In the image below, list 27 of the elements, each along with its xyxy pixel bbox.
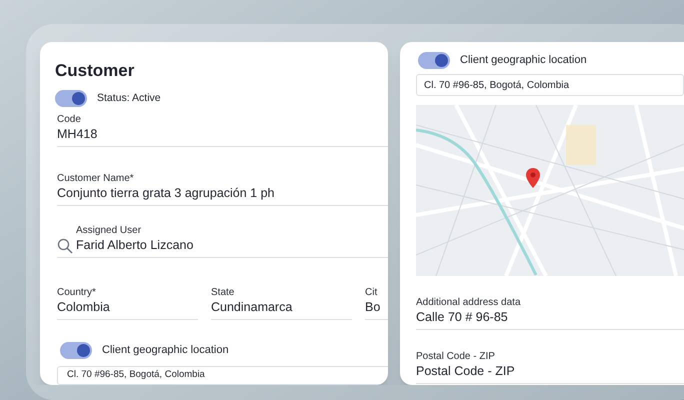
- field-label: Cit: [365, 286, 378, 299]
- toggle-switch[interactable]: [55, 90, 87, 107]
- toggle-switch[interactable]: [60, 342, 92, 359]
- field-label: Country*: [57, 286, 97, 299]
- toggle-label: Client geographic location: [460, 53, 587, 68]
- field-label: State: [211, 286, 236, 299]
- address-field[interactable]: Cl. 70 #96-85, Bogotá, Colombia: [416, 74, 684, 96]
- field-label: Additional address data: [416, 296, 522, 309]
- status-label: Status: Active: [97, 90, 161, 106]
- toggle-switch[interactable]: [418, 52, 450, 69]
- field-label: Assigned User: [75, 224, 142, 237]
- field-value[interactable]: Conjunto tierra grata 3 agrupación 1 ph: [57, 185, 275, 202]
- card-title: Customer: [55, 60, 136, 82]
- field-value[interactable]: MH418: [57, 126, 98, 143]
- field-value[interactable]: Calle 70 # 96-85: [416, 309, 508, 326]
- toggle-label: Client geographic location: [102, 343, 229, 358]
- field-label: Customer Name*: [57, 172, 135, 185]
- field-value[interactable]: Farid Alberto Lizcano: [76, 237, 194, 254]
- field-value[interactable]: Cundinamarca: [211, 299, 292, 316]
- field-value[interactable]: Postal Code - ZIP: [416, 363, 515, 380]
- field-label: Postal Code - ZIP: [416, 350, 496, 363]
- map-pin-icon: [526, 168, 540, 188]
- field-value[interactable]: Colombia: [57, 299, 110, 316]
- field-value[interactable]: Bo: [365, 299, 380, 316]
- address-field[interactable]: Cl. 70 #96-85, Bogotá, Colombia: [57, 366, 388, 385]
- search-icon[interactable]: [57, 238, 73, 254]
- field-label: Code: [57, 113, 82, 126]
